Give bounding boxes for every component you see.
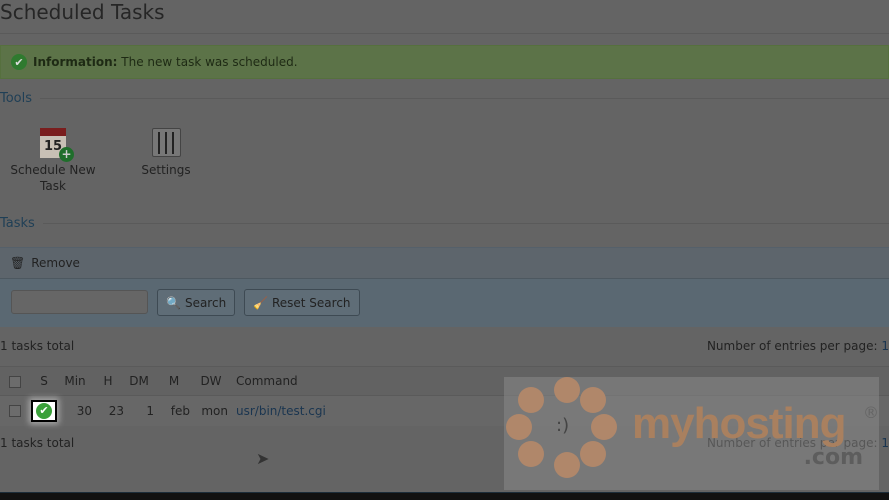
tasks-total-bottom: 1 tasks total [0,436,75,450]
schedule-new-task-button[interactable]: 15 + Schedule New Task [8,128,98,194]
search-button[interactable]: 🔍 Search [157,289,236,316]
check-circle-icon: ✔ [11,54,27,70]
watermark-logo: :) myhosting .com ® [504,377,879,490]
tools-heading: Tools [0,91,889,106]
entries-per-page: Number of entries per page: 1 [706,339,889,353]
info-text: The new task was scheduled. [121,55,298,69]
reset-search-button[interactable]: 🧹 Reset Search [244,289,360,316]
broom-icon: 🧹 [253,295,268,310]
select-all-checkbox[interactable] [9,375,21,388]
search-input[interactable] [11,290,148,314]
tasks-heading: Tasks [0,216,889,231]
calendar-add-icon: 15 + [40,128,74,162]
status-toggle[interactable]: ✔ [31,399,57,422]
tasks-total: 1 tasks total [0,339,75,353]
settings-button[interactable]: Settings [130,128,202,178]
magnifier-icon: 🔍 [166,295,181,310]
check-circle-icon: ✔ [36,402,52,419]
info-label: Information: [33,55,118,69]
command-link[interactable]: usr/bin/test.cgi [236,404,326,418]
sliders-icon [151,128,181,157]
page-title: Scheduled Tasks [0,0,165,24]
mouse-cursor-icon: ➤ [256,449,270,468]
entries-per-page-link[interactable]: 1 [881,339,889,353]
remove-button[interactable]: 🗑 Remove [0,247,889,279]
row-checkbox[interactable] [9,405,21,418]
trash-icon: 🗑 [10,256,26,270]
info-message: ✔ Information: The new task was schedule… [0,45,889,79]
